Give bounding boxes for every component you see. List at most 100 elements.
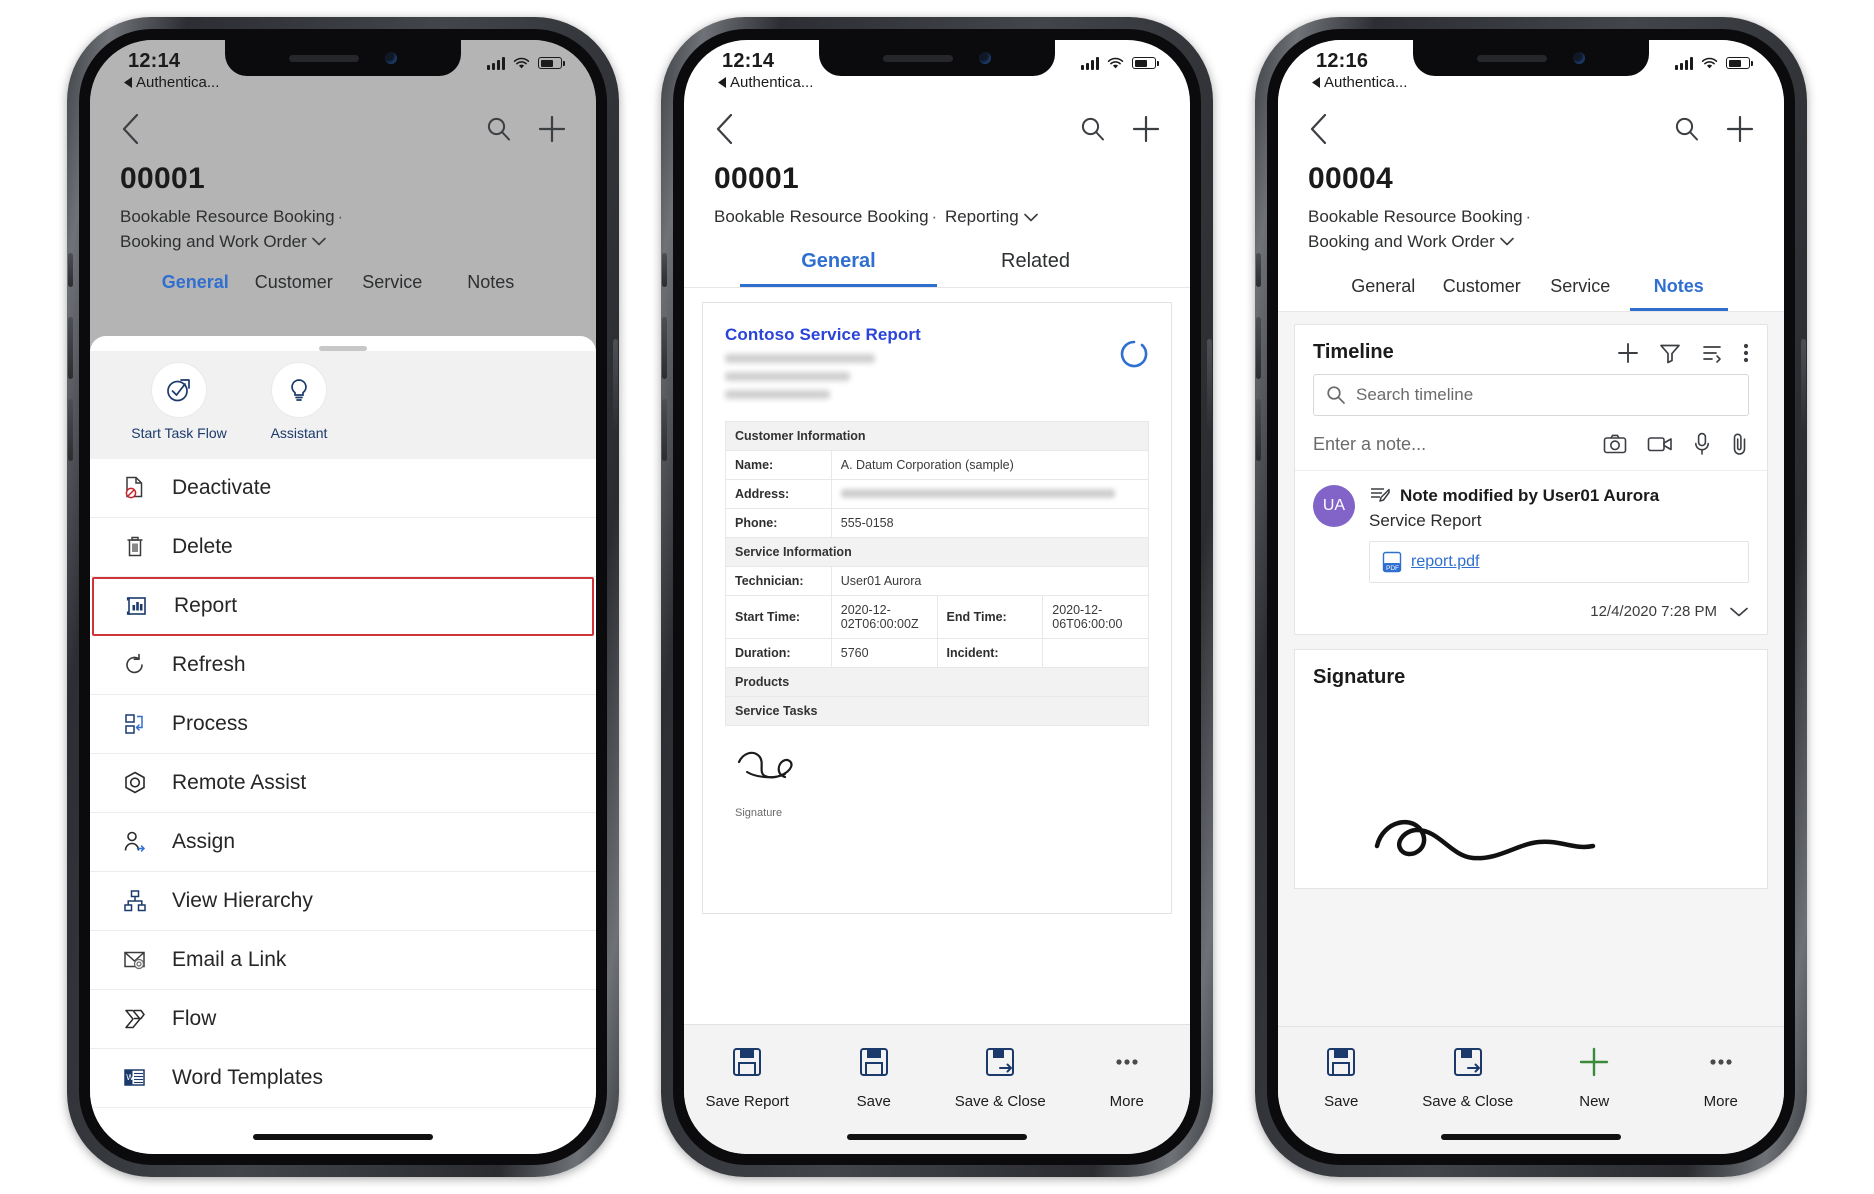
- back-chevron-icon[interactable]: [1308, 112, 1330, 146]
- signature-card[interactable]: Signature: [1294, 649, 1768, 890]
- filter-icon[interactable]: [1659, 342, 1681, 364]
- command-save-report[interactable]: Save Report: [692, 1039, 802, 1110]
- save-icon: [1318, 1039, 1364, 1085]
- tab-customer[interactable]: Customer: [1433, 276, 1532, 311]
- command-save-and-close[interactable]: Save & Close: [945, 1039, 1055, 1110]
- phone-1-notch: [225, 40, 461, 76]
- menu-item-email-a-link[interactable]: Email a Link: [90, 931, 596, 990]
- note-entry-row: Enter a note...: [1295, 416, 1767, 472]
- status-back-app[interactable]: Authentica...: [124, 74, 219, 91]
- microphone-icon[interactable]: [1693, 432, 1711, 456]
- tab-general[interactable]: General: [146, 272, 245, 304]
- home-indicator[interactable]: [253, 1134, 433, 1140]
- report-preview[interactable]: Contoso Service Report Customer Informat…: [702, 301, 1172, 914]
- power-button[interactable]: [1207, 339, 1212, 435]
- search-icon[interactable]: [1674, 116, 1700, 142]
- front-camera: [1573, 52, 1585, 64]
- tab-notes[interactable]: Notes: [1629, 276, 1728, 312]
- volume-up-button[interactable]: [1256, 317, 1261, 379]
- volume-down-button[interactable]: [1256, 399, 1261, 461]
- power-button[interactable]: [1801, 339, 1806, 435]
- phone-2-app-header: 00001 Bookable Resource Booking · Reporti…: [684, 104, 1190, 288]
- search-timeline-input[interactable]: Search timeline: [1313, 374, 1749, 417]
- command-more[interactable]: More: [1072, 1039, 1182, 1110]
- report-row: Phone: 555-0158: [725, 507, 1150, 538]
- attachment-link[interactable]: report.pdf: [1411, 553, 1479, 571]
- add-icon[interactable]: [1726, 115, 1754, 143]
- command-label: More: [1703, 1093, 1738, 1110]
- back-chevron-icon[interactable]: [120, 112, 142, 146]
- menu-item-label: Deactivate: [172, 475, 272, 499]
- tab-general[interactable]: General: [740, 250, 937, 287]
- front-camera: [979, 52, 991, 64]
- tab-notes[interactable]: Notes: [442, 272, 541, 304]
- command-save[interactable]: Save: [819, 1039, 929, 1110]
- volume-up-button[interactable]: [662, 317, 667, 379]
- home-indicator[interactable]: [1441, 1134, 1621, 1140]
- form-name[interactable]: Reporting: [945, 205, 1019, 230]
- tab-service[interactable]: Service: [1531, 276, 1630, 311]
- menu-item-flow[interactable]: Flow: [90, 990, 596, 1049]
- search-icon[interactable]: [1080, 116, 1106, 142]
- screenshot-stage: 12:14 Authentica... 00001 Bookable Resou…: [0, 0, 1874, 1194]
- sort-icon[interactable]: [1701, 342, 1723, 364]
- menu-item-refresh[interactable]: Refresh: [90, 636, 596, 695]
- timeline-attachment[interactable]: PDF report.pdf: [1369, 541, 1749, 584]
- more-vert-icon[interactable]: [1743, 342, 1749, 364]
- add-icon[interactable]: [1617, 342, 1639, 364]
- command-save[interactable]: Save: [1286, 1039, 1396, 1110]
- home-indicator[interactable]: [847, 1134, 1027, 1140]
- volume-down-button[interactable]: [662, 399, 667, 461]
- tab-related[interactable]: Related: [937, 250, 1134, 287]
- menu-item-label: Delete: [172, 534, 233, 558]
- chevron-down-icon: [1023, 213, 1038, 222]
- menu-item-process[interactable]: Process: [90, 695, 596, 754]
- cellular-signal-icon: [1675, 56, 1693, 70]
- form-name[interactable]: Booking and Work Order: [120, 230, 307, 255]
- mute-switch[interactable]: [68, 253, 73, 287]
- timeline-entry[interactable]: UA Note modified by User01 Aurora Servic…: [1295, 471, 1767, 593]
- chevron-down-icon[interactable]: [1729, 606, 1749, 618]
- back-chevron-icon[interactable]: [714, 112, 736, 146]
- attachment-icon[interactable]: [1731, 432, 1749, 456]
- quick-action-start-task-flow[interactable]: Start Task Flow: [124, 363, 234, 443]
- menu-item-word-templates[interactable]: W Word Templates: [90, 1049, 596, 1108]
- status-back-app[interactable]: Authentica...: [718, 74, 813, 91]
- tab-service[interactable]: Service: [343, 272, 442, 304]
- volume-up-button[interactable]: [68, 317, 73, 379]
- power-button[interactable]: [613, 339, 618, 435]
- timeline-entry-subtitle: Service Report: [1369, 511, 1482, 531]
- video-icon[interactable]: [1647, 434, 1673, 454]
- report-row: Start Time: 2020-12-02T06:00:00Z End Tim…: [725, 594, 1149, 639]
- camera-icon[interactable]: [1603, 433, 1627, 455]
- mute-switch[interactable]: [662, 253, 667, 287]
- menu-item-delete[interactable]: Delete: [90, 518, 596, 577]
- form-name[interactable]: Booking and Work Order: [1308, 230, 1495, 255]
- note-input[interactable]: Enter a note...: [1313, 434, 1426, 455]
- email-link-icon: [120, 947, 150, 973]
- battery-icon: [538, 57, 565, 69]
- add-icon[interactable]: [538, 115, 566, 143]
- menu-item-label: View Hierarchy: [172, 888, 313, 912]
- menu-item-remote-assist[interactable]: Remote Assist: [90, 754, 596, 813]
- report-row: Address:: [725, 478, 1150, 509]
- tab-customer[interactable]: Customer: [245, 272, 344, 304]
- command-new[interactable]: New: [1539, 1039, 1649, 1110]
- menu-item-report[interactable]: Report: [92, 576, 594, 636]
- command-label: Save & Close: [1422, 1093, 1514, 1110]
- phone-3-notch: [1413, 40, 1649, 76]
- mute-switch[interactable]: [1256, 253, 1261, 287]
- menu-item-assign[interactable]: Assign: [90, 813, 596, 872]
- menu-item-deactivate[interactable]: Deactivate: [90, 459, 596, 518]
- command-save-and-close[interactable]: Save & Close: [1413, 1039, 1523, 1110]
- command-more[interactable]: More: [1666, 1039, 1776, 1110]
- status-back-app[interactable]: Authentica...: [1312, 74, 1407, 91]
- add-icon[interactable]: [1132, 115, 1160, 143]
- pdf-file-icon: PDF: [1382, 552, 1402, 573]
- menu-item-view-hierarchy[interactable]: View Hierarchy: [90, 872, 596, 931]
- timeline-entry-title: Note modified by User01 Aurora: [1400, 486, 1660, 506]
- quick-action-assistant[interactable]: Assistant: [244, 363, 354, 443]
- volume-down-button[interactable]: [68, 399, 73, 461]
- search-icon[interactable]: [486, 116, 512, 142]
- tab-general[interactable]: General: [1334, 276, 1433, 311]
